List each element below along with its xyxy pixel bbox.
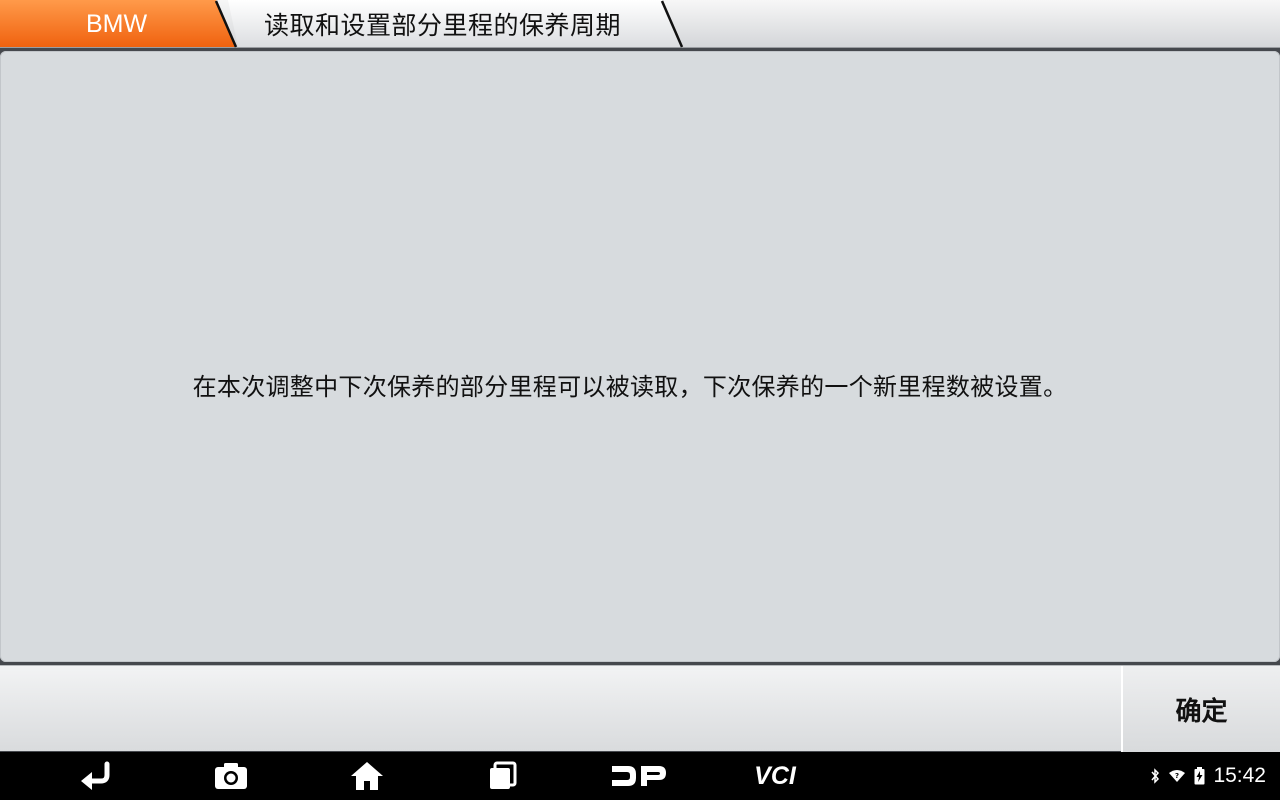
recent-apps-button[interactable] (468, 752, 538, 800)
dp-button[interactable] (604, 752, 674, 800)
recent-apps-icon (490, 761, 517, 789)
action-bar-empty-area (0, 666, 1120, 752)
brand-tab[interactable]: BMW (0, 0, 232, 48)
info-message: 在本次调整中下次保养的部分里程可以被读取，下次保养的一个新里程数被设置。 (192, 373, 1068, 401)
header-bar: BMW 读取和设置部分里程的保养周期 (0, 0, 1280, 48)
app-frame: BMW 读取和设置部分里程的保养周期 在本次调整中下次保养的部分里程可以被读取，… (0, 0, 1280, 800)
svg-text:?: ? (1175, 772, 1179, 780)
screenshot-button[interactable] (196, 752, 266, 800)
vci-icon: VCI (754, 763, 797, 789)
brand-label: BMW (86, 9, 148, 38)
system-nav-bar: VCI ? 15:42 (0, 752, 1280, 800)
clock: 15:42 (1213, 764, 1266, 787)
confirm-button[interactable]: 确定 (1121, 666, 1280, 752)
vci-button[interactable]: VCI (740, 752, 810, 800)
back-icon (81, 761, 110, 790)
dp-icon (612, 766, 666, 786)
home-icon (351, 762, 383, 790)
home-button[interactable] (332, 752, 402, 800)
message-panel: 在本次调整中下次保养的部分里程可以被读取，下次保养的一个新里程数被设置。 (0, 51, 1280, 662)
camera-icon (215, 763, 247, 789)
wifi-icon: ? (1169, 770, 1186, 782)
back-button[interactable] (62, 752, 132, 800)
bluetooth-icon (1151, 768, 1160, 784)
battery-charging-icon (1194, 767, 1205, 785)
vci-label: VCI (754, 763, 797, 789)
status-area: ? 15:42 (1150, 752, 1266, 800)
page-title: 读取和设置部分里程的保养周期 (264, 11, 622, 40)
action-bar: 确定 (0, 665, 1280, 752)
